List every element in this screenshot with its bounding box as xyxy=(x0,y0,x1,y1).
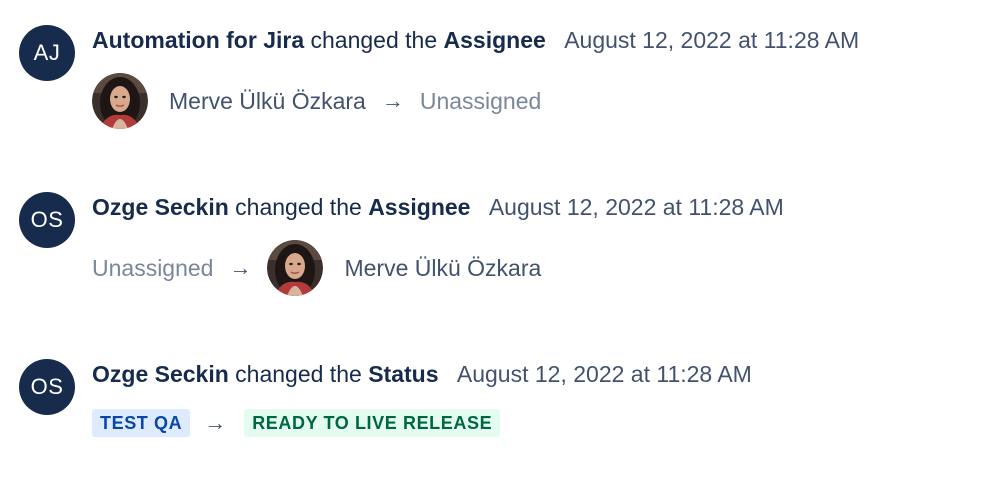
from-user-name: Merve Ülkü Özkara xyxy=(169,87,366,114)
timestamp[interactable]: August 12, 2022 at 11:28 AM xyxy=(564,27,859,53)
change-values: Unassigned → Merve Ülkü Özkara xyxy=(92,240,541,296)
changed-field: Status xyxy=(368,361,439,387)
from-unassigned: Unassigned xyxy=(92,254,214,281)
timestamp[interactable]: August 12, 2022 at 11:28 AM xyxy=(457,361,752,387)
actor-name[interactable]: Ozge Seckin xyxy=(92,361,229,387)
user-avatar-photo[interactable] xyxy=(267,240,324,296)
timestamp[interactable]: August 12, 2022 at 11:28 AM xyxy=(489,194,784,220)
to-user-name: Merve Ülkü Özkara xyxy=(344,254,542,281)
arrow-right-icon: → xyxy=(229,255,252,280)
actor-name[interactable]: Automation for Jira xyxy=(92,27,304,53)
change-verb: changed the xyxy=(235,194,362,220)
status-lozenge-from: TEST QA xyxy=(92,409,191,437)
avatar[interactable]: OS xyxy=(19,192,75,248)
arrow-right-icon: → xyxy=(204,410,227,435)
status-change: TEST QA → READY TO LIVE RELEASE xyxy=(92,408,501,438)
change-values: Merve Ülkü Özkara → Unassigned xyxy=(92,73,541,129)
history-item-header: Automation for Jira changed the Assignee… xyxy=(92,25,859,55)
avatar[interactable]: AJ xyxy=(19,25,75,81)
status-lozenge-to: READY TO LIVE RELEASE xyxy=(244,409,501,437)
change-verb: changed the xyxy=(310,27,438,53)
user-avatar-photo[interactable] xyxy=(92,73,148,129)
history-item-header: Ozge Seckin changed the Assignee August … xyxy=(92,192,784,222)
changed-field: Assignee xyxy=(443,27,546,53)
history-item-header: Ozge Seckin changed the Status August 12… xyxy=(92,359,752,389)
changed-field: Assignee xyxy=(368,194,471,220)
arrow-right-icon: → xyxy=(381,88,404,113)
avatar[interactable]: OS xyxy=(19,359,75,415)
change-verb: changed the xyxy=(235,361,362,387)
actor-name[interactable]: Ozge Seckin xyxy=(92,194,229,220)
to-unassigned: Unassigned xyxy=(419,87,542,114)
